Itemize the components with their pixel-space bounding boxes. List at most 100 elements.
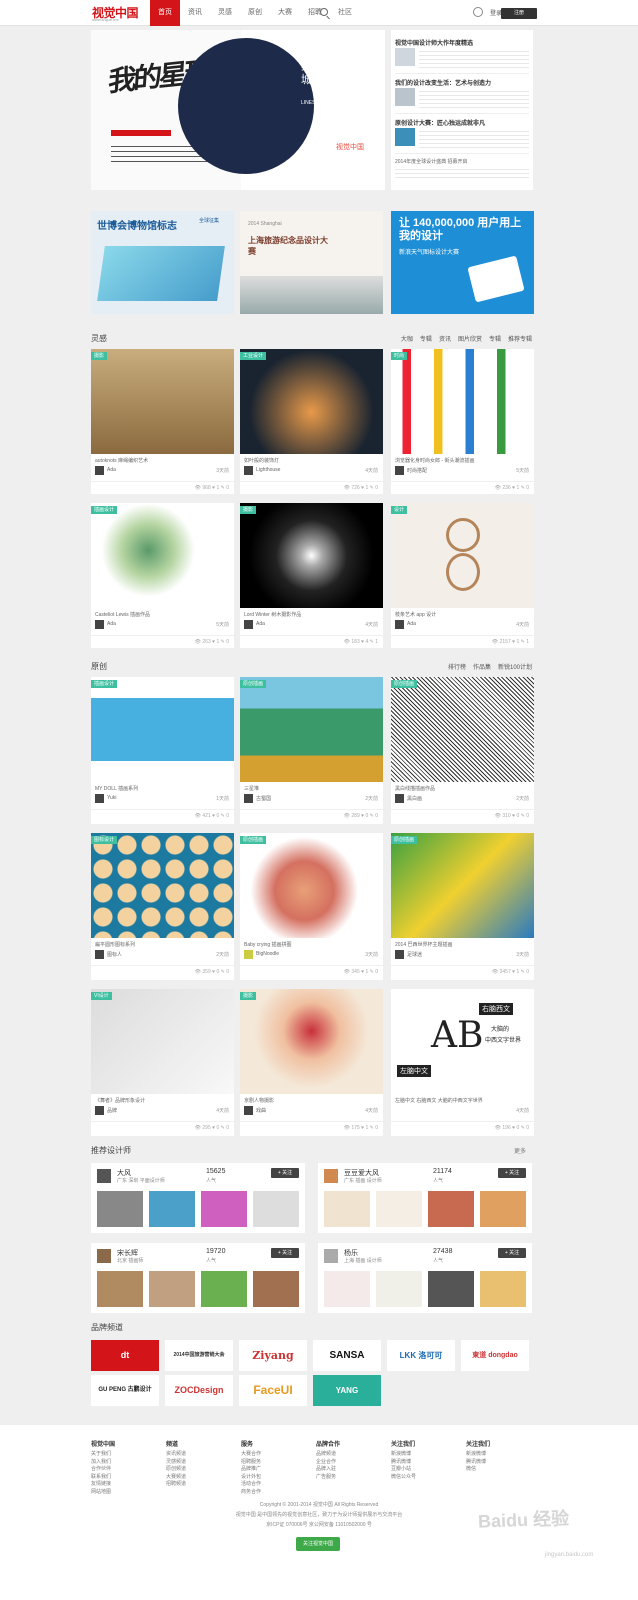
card-title[interactable]: autoknots 麻绳编织艺术 [95, 457, 230, 464]
news-title[interactable]: 我们的设计改变生活：艺术与创造力 [395, 78, 529, 87]
original-card[interactable]: 原创插画 2014 巴西世界杯主题插画 足球迷 3天前 👁 3457 ♥ 1 ✎… [391, 833, 534, 980]
footer-link[interactable]: 微信公众号 [391, 1474, 461, 1482]
card-image[interactable] [391, 833, 534, 938]
card-title[interactable]: 扁平圆形图标系列 [95, 941, 230, 948]
card-title[interactable]: Lord Winter 树木摄影作品 [244, 611, 379, 618]
avatar[interactable] [95, 950, 104, 959]
footer-link[interactable]: 原创频道 [166, 1466, 236, 1474]
nav-news[interactable]: 资讯 [180, 0, 210, 26]
designer-work-thumb[interactable] [428, 1271, 474, 1307]
card-author[interactable]: 时尚搭配 [407, 467, 427, 474]
card-tag[interactable]: 摄影 [91, 352, 108, 360]
follow-button[interactable]: + 关注 [271, 1168, 299, 1178]
designer-work-thumb[interactable] [480, 1271, 526, 1307]
original-card[interactable]: VI设计 《舞者》品牌形象设计 品牌 4天前 👁 295 ♥ 0 ✎ 0 [91, 989, 234, 1136]
nav-original[interactable]: 原创 [240, 0, 270, 26]
card-author[interactable]: 足球迷 [407, 951, 422, 958]
card-author[interactable]: BigNoodle [256, 951, 279, 957]
brand-logo[interactable]: LKK 洛可可 [387, 1340, 455, 1371]
news-item[interactable]: 我们的设计改变生活：艺术与创造力 [395, 74, 529, 114]
tab[interactable]: 作品集 [473, 662, 491, 671]
footer-link[interactable]: 豆瓣小站 [391, 1466, 461, 1474]
wechat-follow-button[interactable]: 关注视觉中国 [296, 1537, 340, 1551]
avatar[interactable] [97, 1249, 111, 1263]
ad-sina-weather[interactable]: 让 140,000,000 用户用上我的设计 新浪天气图标设计大赛 [391, 211, 534, 314]
avatar[interactable] [395, 620, 404, 629]
footer-link[interactable]: 网站地图 [91, 1489, 161, 1497]
news-title[interactable]: 原创设计大赛：匠心独运成就非凡 [395, 118, 529, 127]
footer-link[interactable]: 关于我们 [91, 1451, 161, 1459]
card-tag[interactable]: 工业设计 [240, 352, 267, 360]
avatar[interactable] [395, 950, 404, 959]
designer-work-thumb[interactable] [149, 1191, 195, 1227]
designer-work-thumb[interactable] [253, 1191, 299, 1227]
tab[interactable]: 专辑 [420, 334, 432, 343]
avatar[interactable] [95, 794, 104, 803]
banner-slider[interactable]: 我的星球 线络迷城 LINES 视觉中国 ‹ › [91, 30, 385, 190]
original-card[interactable]: 原创插画 黑白线描插画作品 黑白画 2天前 👁 310 ♥ 0 ✎ 0 [391, 677, 534, 824]
avatar[interactable] [244, 950, 253, 959]
card-tag[interactable]: 原创插画 [240, 836, 267, 844]
card-title[interactable]: 《舞者》品牌形象设计 [95, 1097, 230, 1104]
card-image[interactable] [391, 503, 534, 608]
footer-link[interactable]: 招聘服务 [241, 1459, 311, 1467]
card-image[interactable] [391, 677, 534, 782]
original-card[interactable]: 摄影 京剧人物摄影 戏曲 4天前 👁 175 ♥ 1 ✎ 0 [240, 989, 383, 1136]
designer-card[interactable]: 杨乐 上海 插画 设计师 27438 人气 + 关注 [318, 1243, 532, 1313]
avatar[interactable] [95, 466, 104, 475]
brand-logo[interactable]: SANSA [313, 1340, 381, 1371]
card-author[interactable]: 黑白画 [407, 795, 422, 802]
designer-work-thumb[interactable] [324, 1271, 370, 1307]
avatar[interactable] [324, 1249, 338, 1263]
tab[interactable]: 推荐专辑 [508, 334, 532, 343]
card-image[interactable] [391, 349, 534, 454]
footer-link[interactable]: 企业合作 [316, 1459, 386, 1467]
tab[interactable]: 资讯 [439, 334, 451, 343]
ad-shanghai-souvenir[interactable]: 上海旅游纪念品设计大赛 2014 Shanghai [240, 211, 383, 314]
original-card[interactable]: 图标设计 扁平圆形图标系列 图标人 2天前 👁 359 ♥ 0 ✎ 0 [91, 833, 234, 980]
card-tag[interactable]: 原创插画 [391, 836, 418, 844]
card-title[interactable]: Baby crying 插画拼图 [244, 941, 379, 948]
search-icon[interactable] [320, 8, 328, 16]
designer-work-thumb[interactable] [97, 1271, 143, 1307]
card-author[interactable]: Ada [107, 467, 116, 473]
avatar[interactable] [395, 466, 404, 475]
card-title[interactable]: MY DOLL 插画系列 [95, 785, 230, 792]
card-author[interactable]: 戏曲 [256, 1107, 266, 1114]
card-title[interactable]: 三星堆 [244, 785, 379, 792]
card-image[interactable] [240, 833, 383, 938]
card-author[interactable]: 图标人 [107, 951, 122, 958]
designer-work-thumb[interactable] [149, 1271, 195, 1307]
avatar[interactable] [324, 1169, 338, 1183]
brand-logo[interactable]: 東道 dongdao [461, 1340, 529, 1371]
card-tag[interactable]: 时尚 [391, 352, 408, 360]
news-item[interactable]: 原创设计大赛：匠心独运成就非凡 [395, 114, 529, 154]
footer-link[interactable]: 微信 [466, 1466, 536, 1474]
ad-expo-museum[interactable]: 世博会博物馆标志 全球征集 [91, 211, 234, 314]
designer-work-thumb[interactable] [201, 1191, 247, 1227]
tab[interactable]: 排行榜 [448, 662, 466, 671]
original-card[interactable]: 原创插画 三星堆 古蜀国 2天前 👁 289 ♥ 0 ✎ 0 [240, 677, 383, 824]
card-title[interactable]: 枝条艺术 app 设计 [395, 611, 530, 618]
card-image[interactable] [91, 677, 234, 782]
news-item[interactable]: 视觉中国设计师大作年度精选 [395, 34, 529, 74]
inspiration-card[interactable]: 时尚 浏览器化身时尚女郎 - 街头潮流插画 时尚搭配 5天前 👁 236 ♥ 1… [391, 349, 534, 494]
inspiration-card[interactable]: 插画设计 Casteliot Lewis 插画作品 Ada 5天前 👁 263 … [91, 503, 234, 648]
card-title[interactable]: 如叶般的装饰灯 [244, 457, 379, 464]
avatar[interactable] [244, 466, 253, 475]
avatar[interactable] [244, 1106, 253, 1115]
card-title[interactable]: 京剧人物摄影 [244, 1097, 379, 1104]
footer-link[interactable]: 品牌入驻 [316, 1466, 386, 1474]
inspiration-card[interactable]: 设计 枝条艺术 app 设计 Ada 4天前 👁 2157 ♥ 1 ✎ 1 [391, 503, 534, 648]
tab[interactable]: 专辑 [489, 334, 501, 343]
inspiration-card[interactable]: 工业设计 如叶般的装饰灯 Lighthouse 4天前 👁 726 ♥ 1 ✎ … [240, 349, 383, 494]
card-author[interactable]: Ada [256, 621, 265, 627]
footer-link[interactable]: 资讯频道 [166, 1451, 236, 1459]
card-image[interactable] [240, 503, 383, 608]
avatar[interactable] [95, 1106, 104, 1115]
footer-link[interactable]: 加入我们 [91, 1459, 161, 1467]
news-title[interactable]: 视觉中国设计师大作年度精选 [395, 38, 529, 47]
nav-contest[interactable]: 大赛 [270, 0, 300, 26]
footer-link[interactable]: 腾讯微博 [466, 1459, 536, 1467]
brand-logo[interactable]: ZOCDesign [165, 1375, 233, 1406]
